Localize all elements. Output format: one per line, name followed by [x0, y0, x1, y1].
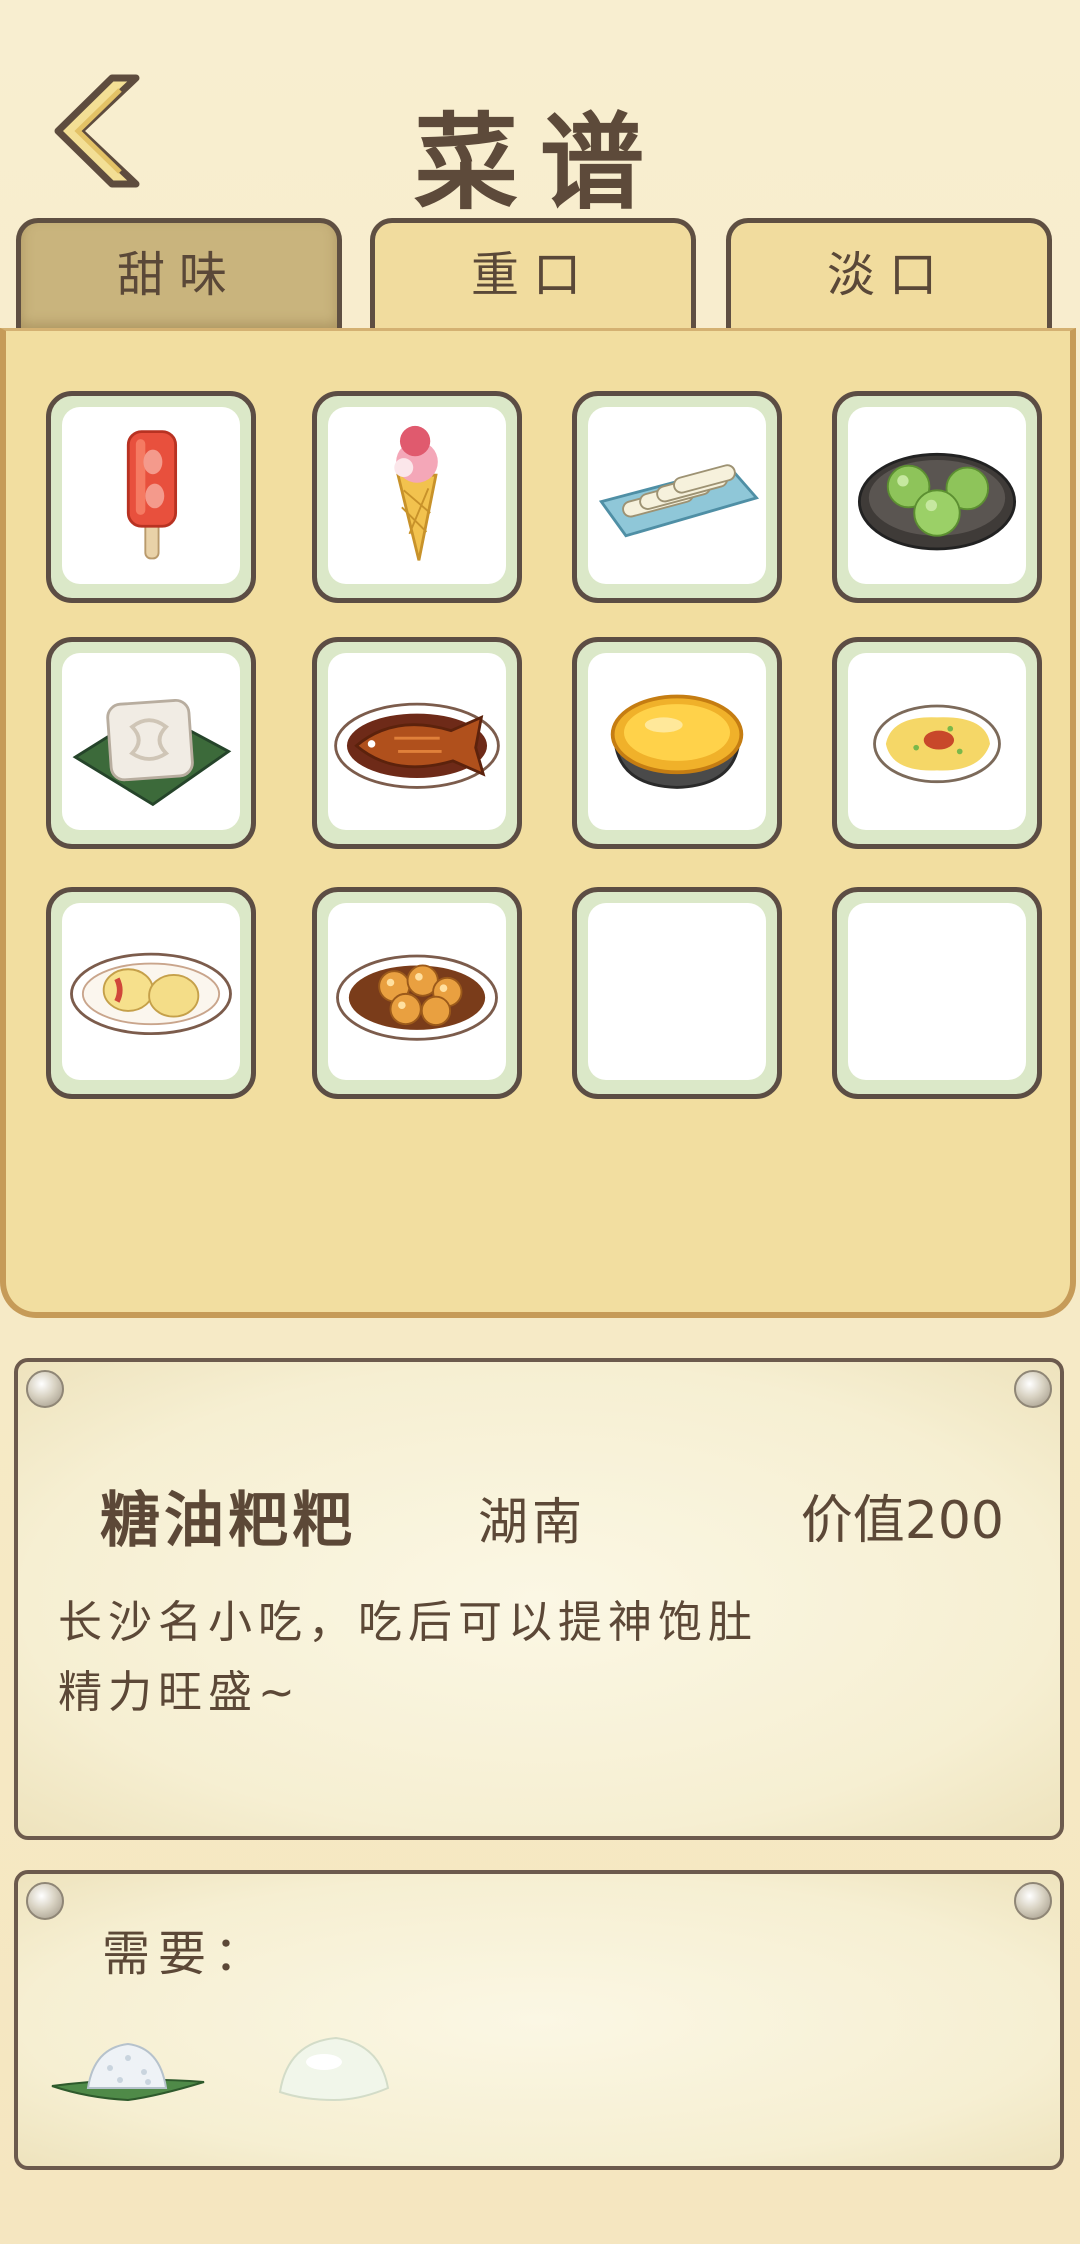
- recipe-card-empty[interactable]: [832, 887, 1042, 1099]
- recipe-card[interactable]: [46, 887, 256, 1099]
- pastry-plate-icon: [70, 952, 232, 1036]
- recipe-card[interactable]: [46, 391, 256, 603]
- recipe-card[interactable]: [832, 637, 1042, 849]
- ice-cream-cone-icon: [394, 425, 438, 561]
- braised-fish-icon: [334, 702, 500, 789]
- recipe-card[interactable]: [46, 637, 256, 849]
- rice-rolls-plate-icon: [598, 464, 760, 538]
- recipe-book-screen: 菜谱 甜味 重口 淡口 糖油粑粑 湖南 价值200 长沙名小吃，吃后可以提神饱肚…: [0, 0, 1080, 2244]
- dish-region: 湖南: [478, 1493, 586, 1551]
- dish-value: 价值200: [800, 1491, 1004, 1551]
- description-line: 精力旺盛~: [58, 1667, 301, 1718]
- pin-icon: [1014, 1370, 1052, 1408]
- recipe-card[interactable]: [572, 391, 782, 603]
- dish-description: 长沙名小吃，吃后可以提神饱肚 精力旺盛~: [58, 1588, 858, 1728]
- requirements-label: 需要：: [102, 1926, 271, 1982]
- tab-light[interactable]: 淡口: [726, 218, 1052, 330]
- egg-tart-icon: [610, 694, 744, 789]
- recipe-card[interactable]: [312, 637, 522, 849]
- square-rice-cake-icon: [72, 698, 232, 807]
- ingredient-item[interactable]: [274, 2022, 394, 2112]
- sticky-rice-icon: [51, 2042, 205, 2102]
- pin-icon: [26, 1882, 64, 1920]
- recipe-card[interactable]: [572, 637, 782, 849]
- recipe-card[interactable]: [312, 391, 522, 603]
- sugar-oil-cakes-icon: [336, 954, 498, 1041]
- ingredient-item[interactable]: [48, 2024, 208, 2114]
- tab-label: 甜味: [116, 247, 241, 303]
- page-title: 菜谱: [413, 102, 666, 224]
- tab-label: 淡口: [826, 247, 951, 303]
- fried-egg-plate-icon: [873, 704, 1001, 784]
- recipe-card-empty[interactable]: [572, 887, 782, 1099]
- description-line: 长沙名小吃，吃后可以提神饱肚: [58, 1597, 758, 1648]
- recipe-card[interactable]: [312, 887, 522, 1099]
- flour-dough-icon: [278, 2036, 390, 2102]
- tab-label: 重口: [470, 247, 595, 303]
- recipe-grid-panel: [0, 328, 1076, 1318]
- pin-icon: [26, 1370, 64, 1408]
- dish-name: 糖油粑粑: [100, 1486, 356, 1556]
- recipe-detail-board: 糖油粑粑 湖南 价值200 长沙名小吃，吃后可以提神饱肚 精力旺盛~: [14, 1358, 1064, 1840]
- tab-sweet[interactable]: 甜味: [16, 218, 342, 330]
- requirements-board: 需要：: [14, 1870, 1064, 2170]
- green-rice-balls-icon: [857, 452, 1017, 551]
- tab-heavy[interactable]: 重口: [370, 218, 696, 330]
- recipe-card[interactable]: [832, 391, 1042, 603]
- strawberry-popsicle-icon: [126, 430, 178, 560]
- pin-icon: [1014, 1882, 1052, 1920]
